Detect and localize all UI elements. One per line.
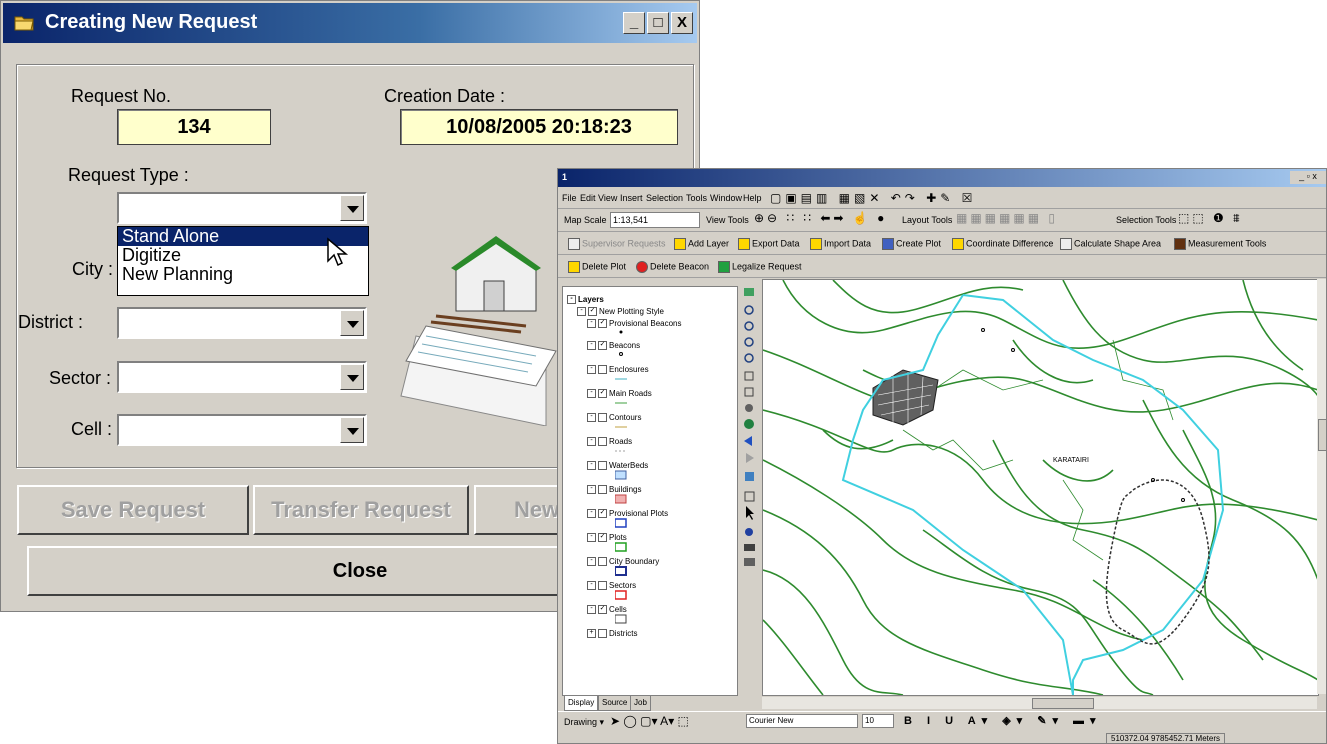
view-toolbar: Map Scale 1:13,541 View Tools ⊕⊖ ∷ ∷ ⬅➡ … xyxy=(558,209,1326,232)
draw-tools-icons[interactable]: ➤ ◯ ▢▾ A▾ ⬚ xyxy=(610,714,689,728)
toc-root[interactable]: - Layers xyxy=(567,295,604,305)
menu-edit[interactable]: Edit xyxy=(580,193,596,203)
toc-layer-districts[interactable]: + Districts xyxy=(587,629,637,639)
creation-date-value: 10/08/2005 20:18:23 xyxy=(400,109,678,145)
custom-toolbar: Supervisor Requests Add Layer Export Dat… xyxy=(558,232,1326,255)
maximize-button[interactable]: □ xyxy=(647,12,669,34)
font-size-select[interactable]: 10 xyxy=(862,714,894,728)
coordinate-difference-button[interactable]: Coordinate Difference xyxy=(952,238,1053,250)
menu-bar: File Edit View Insert Selection Tools Wi… xyxy=(558,188,1326,209)
menu-window[interactable]: Window xyxy=(710,193,742,203)
export-data-button[interactable]: Export Data xyxy=(738,238,800,250)
creation-date-label: Creation Date : xyxy=(384,86,506,106)
city-label: City : xyxy=(72,259,114,279)
chevron-down-icon[interactable] xyxy=(340,310,364,336)
chevron-down-icon[interactable] xyxy=(340,417,364,443)
transfer-request-button[interactable]: Transfer Request xyxy=(253,485,469,535)
map-drawing[interactable]: KARATAIRI xyxy=(762,279,1324,696)
font-size-value: 10 xyxy=(865,716,874,725)
delete-plot-button[interactable]: Delete Plot xyxy=(568,261,626,273)
cell-label: Cell : xyxy=(71,419,113,439)
drawing-menu[interactable]: Drawing ▾ xyxy=(564,717,604,728)
menu-view[interactable]: View xyxy=(598,193,617,203)
supervisor-requests-button[interactable]: Supervisor Requests xyxy=(568,238,666,250)
menu-help[interactable]: Help xyxy=(743,193,762,203)
text-format-buttons[interactable]: B I U A▾ ◈▾ ✎▾ ▬▾ xyxy=(904,714,1102,727)
selection-tools-label: Selection Tools xyxy=(1116,215,1177,225)
request-toolbar: Delete Plot Delete Beacon Legalize Reque… xyxy=(558,255,1326,278)
tab-job[interactable]: Job xyxy=(630,695,651,711)
save-request-button[interactable]: Save Request xyxy=(17,485,249,535)
delete-beacon-button[interactable]: Delete Beacon xyxy=(636,261,709,273)
cell-combo[interactable] xyxy=(117,414,367,446)
sector-label: Sector : xyxy=(49,368,112,388)
menu-insert[interactable]: Insert xyxy=(620,193,643,203)
layout-tools-icons[interactable]: ▦▦▦▦▦▦ ▯ xyxy=(956,211,1058,225)
table-of-contents[interactable]: - Layers - ✓ New Plotting Style - ✓ Provision… xyxy=(562,286,738,696)
gis-window-controls[interactable]: _ ▫ x xyxy=(1290,171,1326,184)
menu-file[interactable]: File xyxy=(562,193,577,203)
calculate-shape-area-button[interactable]: Calculate Shape Area xyxy=(1060,238,1161,250)
request-type-label: Request Type : xyxy=(68,165,189,185)
map-scale-input[interactable]: 1:13,541 xyxy=(610,212,700,228)
dialog-title-bar[interactable]: Creating New Request _ □ X xyxy=(3,3,697,43)
standard-toolbar-icons[interactable]: ▢▣▤▥ ▦▧✕ ↶↷ ✚✎ ☒ xyxy=(770,191,976,205)
gis-title-bar[interactable]: 1 _ ▫ x xyxy=(558,169,1326,187)
map-place-label: KARATAIRI xyxy=(1053,457,1089,464)
sector-combo[interactable] xyxy=(117,361,367,393)
font-name-select[interactable]: Courier New xyxy=(746,714,858,728)
dialog-title: Creating New Request xyxy=(45,11,258,33)
map-horizontal-scrollbar[interactable] xyxy=(762,697,1317,709)
drawing-toolbar: Drawing ▾ ➤ ◯ ▢▾ A▾ ⬚ Courier New 10 B I… xyxy=(558,711,1326,730)
scroll-thumb[interactable] xyxy=(1032,698,1094,709)
legend-swatches xyxy=(615,330,627,624)
mouse-cursor-icon xyxy=(327,237,349,267)
import-data-button[interactable]: Import Data xyxy=(810,238,871,250)
chevron-down-icon[interactable] xyxy=(340,195,364,221)
layout-tools-label: Layout Tools xyxy=(902,215,953,225)
district-label: District : xyxy=(18,312,83,332)
chevron-down-icon[interactable] xyxy=(340,364,364,390)
measurement-tools-button[interactable]: Measurement Tools xyxy=(1174,238,1266,250)
legalize-request-button[interactable]: Legalize Request xyxy=(718,261,802,273)
status-bar: 510372.04 9785452.71 Meters xyxy=(558,732,1326,743)
view-tools-label: View Tools xyxy=(706,215,749,225)
add-layer-button[interactable]: Add Layer xyxy=(674,238,729,250)
map-canvas[interactable]: KARATAIRI xyxy=(762,279,1324,696)
create-plot-button[interactable]: Create Plot xyxy=(882,238,941,250)
vertical-tools[interactable] xyxy=(740,286,760,694)
house-document-illustration xyxy=(400,236,557,426)
view-tools-icons[interactable]: ⊕⊖ ∷ ∷ ⬅➡ ☝ ● xyxy=(754,211,887,225)
tab-source[interactable]: Source xyxy=(598,695,632,711)
minimize-button[interactable]: _ xyxy=(623,12,645,34)
toc-group[interactable]: - ✓ New Plotting Style xyxy=(577,307,664,317)
map-scale-label: Map Scale xyxy=(564,215,607,225)
gis-application-window: 1 _ ▫ x File Edit View Insert Selection … xyxy=(557,168,1327,744)
scroll-thumb[interactable] xyxy=(1318,419,1326,451)
map-scale-value: 1:13,541 xyxy=(613,215,649,225)
folder-icon xyxy=(14,16,34,31)
district-combo[interactable] xyxy=(117,307,367,339)
map-vertical-scrollbar[interactable] xyxy=(1317,279,1326,694)
tab-display[interactable]: Display xyxy=(564,695,599,711)
close-window-button[interactable]: X xyxy=(671,12,693,34)
font-name-value: Courier New xyxy=(749,716,794,725)
selection-tools-icons[interactable]: ⬚⬚ ❶ ⩩ xyxy=(1178,211,1243,226)
menu-selection[interactable]: Selection xyxy=(646,193,683,203)
menu-tools[interactable]: Tools xyxy=(686,193,707,203)
status-coordinates: 510372.04 9785452.71 Meters xyxy=(1106,733,1225,743)
request-no-value: 134 xyxy=(117,109,271,145)
request-type-combo[interactable] xyxy=(117,192,367,224)
gis-title: 1 xyxy=(562,172,568,182)
request-no-label: Request No. xyxy=(71,86,172,106)
